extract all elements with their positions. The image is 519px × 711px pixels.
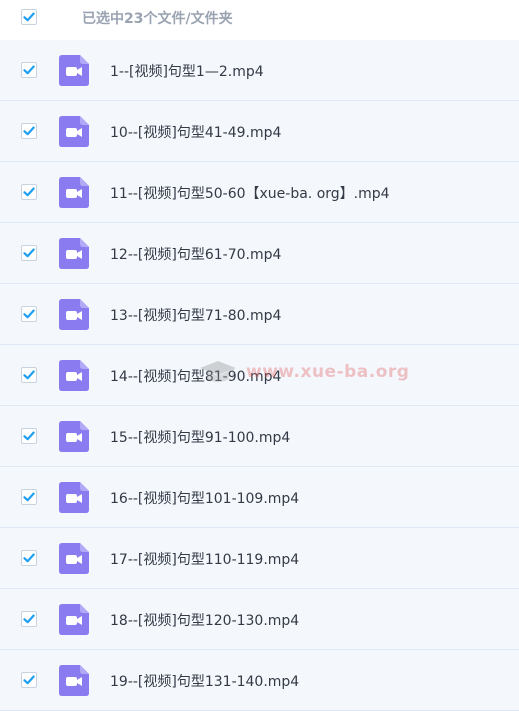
file-checkbox[interactable] bbox=[21, 611, 37, 627]
file-checkbox[interactable] bbox=[21, 489, 37, 505]
video-file-icon bbox=[59, 665, 89, 696]
file-name: 17--[视频]句型110-119.mp4 bbox=[110, 552, 300, 568]
checkmark-icon bbox=[23, 65, 35, 75]
selection-count-label: 已选中23个文件/文件夹 bbox=[82, 11, 233, 27]
file-row[interactable]: 16--[视频]句型101-109.mp4 bbox=[0, 467, 519, 528]
checkmark-icon bbox=[23, 187, 35, 197]
file-row[interactable]: 1--[视频]句型1—2.mp4 bbox=[0, 40, 519, 101]
video-file-icon bbox=[59, 421, 89, 452]
video-file-icon bbox=[59, 177, 89, 208]
file-checkbox[interactable] bbox=[21, 123, 37, 139]
checkmark-icon bbox=[23, 248, 35, 258]
file-name: 10--[视频]句型41-49.mp4 bbox=[110, 125, 282, 141]
file-row[interactable]: 14--[视频]句型81-90.mp4 bbox=[0, 345, 519, 406]
checkmark-icon bbox=[23, 492, 35, 502]
selection-header: 已选中23个文件/文件夹 bbox=[0, 0, 519, 36]
file-name: 16--[视频]句型101-109.mp4 bbox=[110, 491, 300, 507]
checkmark-icon bbox=[23, 431, 35, 441]
checkmark-icon bbox=[23, 675, 35, 685]
file-checkbox[interactable] bbox=[21, 62, 37, 78]
video-file-icon bbox=[59, 55, 89, 86]
file-checkbox[interactable] bbox=[21, 428, 37, 444]
file-name: 18--[视频]句型120-130.mp4 bbox=[110, 613, 300, 629]
checkmark-icon bbox=[23, 126, 35, 136]
file-row[interactable]: 13--[视频]句型71-80.mp4 bbox=[0, 284, 519, 345]
video-file-icon bbox=[59, 238, 89, 269]
file-list: 1--[视频]句型1—2.mp4 10--[视频]句型41-49.mp4 11-… bbox=[0, 40, 519, 711]
file-row[interactable]: 17--[视频]句型110-119.mp4 bbox=[0, 528, 519, 589]
video-file-icon bbox=[59, 482, 89, 513]
checkmark-icon bbox=[23, 553, 35, 563]
video-file-icon bbox=[59, 116, 89, 147]
file-row[interactable]: 19--[视频]句型131-140.mp4 bbox=[0, 650, 519, 711]
file-name: 15--[视频]句型91-100.mp4 bbox=[110, 430, 291, 446]
video-file-icon bbox=[59, 299, 89, 330]
file-name: 11--[视频]句型50-60【xue-ba. org】.mp4 bbox=[110, 186, 390, 202]
video-file-icon bbox=[59, 543, 89, 574]
file-name: 13--[视频]句型71-80.mp4 bbox=[110, 308, 282, 324]
checkmark-icon bbox=[23, 12, 35, 22]
file-name: 12--[视频]句型61-70.mp4 bbox=[110, 247, 282, 263]
file-name: 19--[视频]句型131-140.mp4 bbox=[110, 674, 300, 690]
file-checkbox[interactable] bbox=[21, 550, 37, 566]
video-file-icon bbox=[59, 360, 89, 391]
checkmark-icon bbox=[23, 309, 35, 319]
file-checkbox[interactable] bbox=[21, 367, 37, 383]
file-name: 1--[视频]句型1—2.mp4 bbox=[110, 64, 264, 80]
file-name: 14--[视频]句型81-90.mp4 bbox=[110, 369, 282, 385]
file-row[interactable]: 15--[视频]句型91-100.mp4 bbox=[0, 406, 519, 467]
file-row[interactable]: 12--[视频]句型61-70.mp4 bbox=[0, 223, 519, 284]
file-row[interactable]: 18--[视频]句型120-130.mp4 bbox=[0, 589, 519, 650]
file-checkbox[interactable] bbox=[21, 245, 37, 261]
file-row[interactable]: 11--[视频]句型50-60【xue-ba. org】.mp4 bbox=[0, 162, 519, 223]
video-file-icon bbox=[59, 604, 89, 635]
file-checkbox[interactable] bbox=[21, 672, 37, 688]
select-all-checkbox[interactable] bbox=[21, 9, 37, 25]
checkmark-icon bbox=[23, 614, 35, 624]
file-row[interactable]: 10--[视频]句型41-49.mp4 bbox=[0, 101, 519, 162]
checkmark-icon bbox=[23, 370, 35, 380]
file-checkbox[interactable] bbox=[21, 306, 37, 322]
file-checkbox[interactable] bbox=[21, 184, 37, 200]
